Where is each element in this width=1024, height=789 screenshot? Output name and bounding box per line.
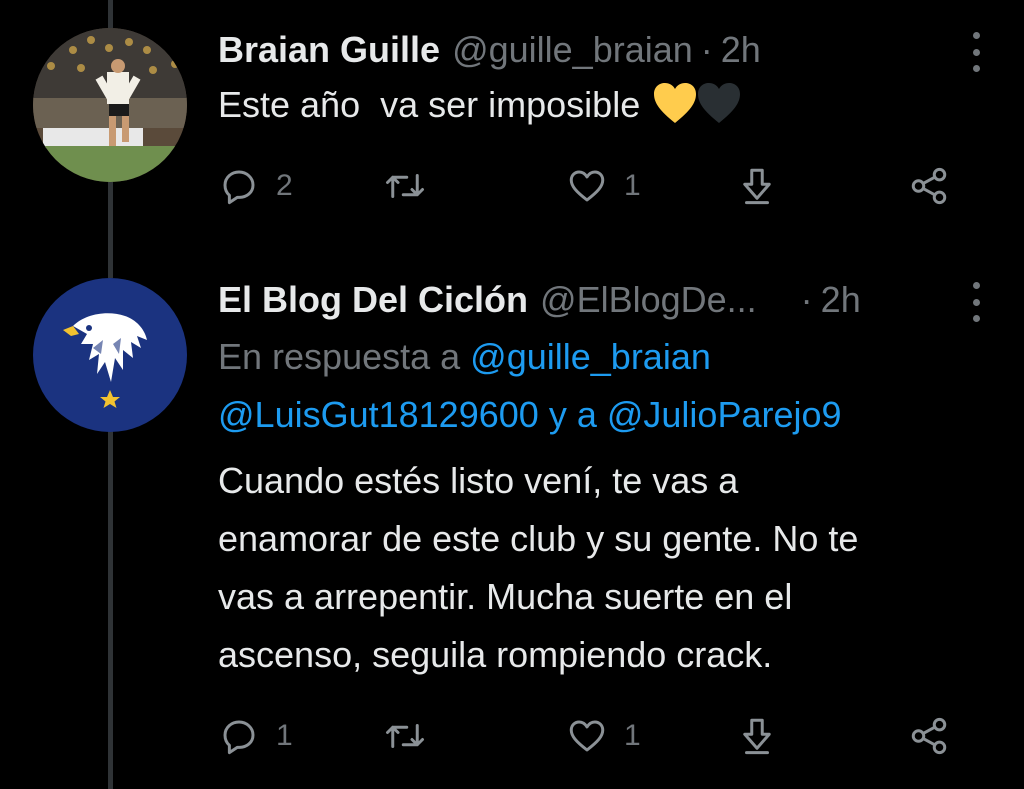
reply-context: En respuesta a @guille_braian @LuisGut18… [218, 328, 994, 444]
tweet-header: Braian Guille @guille_braian · 2h [218, 28, 994, 72]
separator-dot: · [800, 279, 813, 320]
timestamp[interactable]: 2h [821, 278, 861, 322]
retweet-button[interactable] [384, 712, 442, 760]
download-arrow-icon [743, 718, 771, 755]
display-name[interactable]: El Blog Del Ciclón [218, 278, 528, 322]
share-icon [911, 167, 947, 205]
tweet-header: El Blog Del Ciclón @ElBlogDe... · 2h [218, 278, 994, 322]
tweet-text-line: ascenso, seguila rompiendo crack. [218, 634, 773, 675]
tweet-text-line: vas a arrepentir. Mucha suerte en el [218, 576, 793, 617]
avatar-eagle-logo [33, 278, 187, 432]
yellow-heart-icon [654, 83, 697, 123]
avatar-photo-football-player [33, 28, 187, 182]
tweet-el-blog-del-ciclon[interactable]: El Blog Del Ciclón @ElBlogDe... · 2h En … [0, 278, 1024, 789]
tweet-actions: 1 1 [218, 712, 958, 760]
username[interactable]: @guille_braian [452, 28, 693, 72]
download-button[interactable] [736, 712, 778, 760]
tweet-actions: 2 1 [218, 162, 958, 210]
avatar[interactable] [33, 28, 187, 182]
tweet-text: Este año va ser imposible [218, 76, 994, 134]
download-button[interactable] [736, 162, 778, 210]
avatar[interactable] [33, 278, 187, 432]
tweet-text: Cuando estés listo vení, te vas a enamor… [218, 452, 994, 684]
tweet-braian-guille[interactable]: Braian Guille @guille_braian · 2h Este a… [0, 0, 1024, 260]
reply-icon [223, 170, 255, 205]
black-heart-icon [698, 83, 741, 123]
reply-and-text: y a [548, 394, 597, 435]
reply-count: 2 [276, 169, 293, 202]
retweet-icon [386, 724, 424, 748]
share-button[interactable] [908, 162, 950, 210]
reply-icon [223, 720, 255, 755]
username[interactable]: @ElBlogDe... [540, 278, 757, 322]
retweet-icon [386, 174, 424, 198]
like-button[interactable]: 1 [566, 712, 641, 760]
heart-emojis [654, 83, 741, 123]
reply-count: 1 [276, 719, 293, 752]
separator-dot: · [700, 29, 713, 70]
tweet-text-content: Este año va ser imposible [218, 84, 641, 125]
reply-button[interactable]: 2 [218, 162, 293, 210]
share-icon [911, 717, 947, 755]
download-arrow-icon [743, 168, 771, 205]
more-options-icon[interactable] [966, 32, 986, 72]
mention-link[interactable]: @JulioParejo9 [607, 394, 842, 435]
like-count: 1 [624, 169, 641, 202]
more-options-icon[interactable] [966, 282, 986, 322]
heart-icon [569, 720, 605, 752]
reply-prefix: En respuesta a [218, 336, 461, 377]
timestamp[interactable]: 2h [721, 28, 761, 72]
display-name[interactable]: Braian Guille [218, 28, 440, 72]
like-count: 1 [624, 719, 641, 752]
tweet-text-line: enamorar de este club y su gente. No te [218, 518, 859, 559]
mention-link[interactable]: @guille_braian [470, 336, 711, 377]
heart-icon [569, 170, 605, 202]
reply-button[interactable]: 1 [218, 712, 293, 760]
share-button[interactable] [908, 712, 950, 760]
like-button[interactable]: 1 [566, 162, 641, 210]
mention-link[interactable]: @LuisGut18129600 [218, 394, 539, 435]
retweet-button[interactable] [384, 162, 442, 210]
tweet-text-line: Cuando estés listo vení, te vas a [218, 460, 739, 501]
